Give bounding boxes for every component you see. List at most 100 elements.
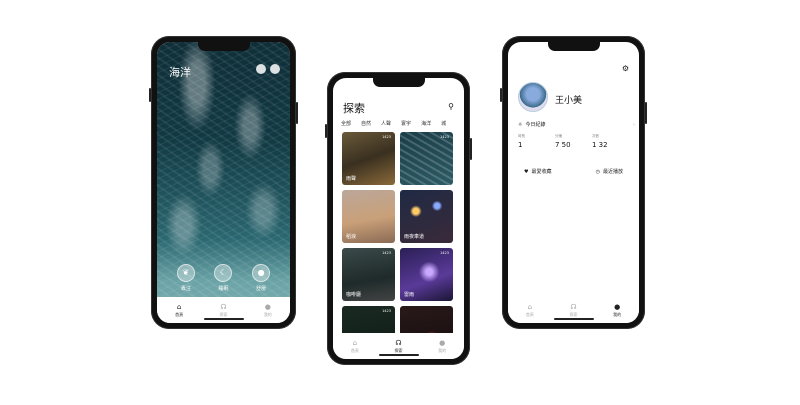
category-all[interactable]: 全部 <box>341 120 351 127</box>
sun-icon: ☼ <box>518 121 523 128</box>
stat-item: 分鐘 7 50 <box>555 134 592 149</box>
tab-home[interactable]: ⌂ 首頁 <box>175 303 183 318</box>
phone-home: 海洋 ❦ 專注 ☾ 睡眠 ● 舒壓 ⌂ 首頁 ☊ 探索 ● 我的 <box>149 36 298 329</box>
tab-label: 我的 <box>263 311 272 317</box>
tile-meta: 1423 <box>440 251 449 255</box>
sound-tile[interactable]: 稻浪 <box>342 190 395 243</box>
headphones-icon: ☊ <box>570 302 577 311</box>
tab-profile[interactable]: ● 我的 <box>264 303 272 318</box>
chevron-right-icon: › <box>633 121 635 128</box>
category-universe[interactable]: 寰宇 <box>401 120 411 127</box>
notch <box>547 42 600 51</box>
avatar[interactable] <box>518 82 548 112</box>
mode-relax[interactable]: ● 舒壓 <box>252 264 271 292</box>
phone-explore: 探索 ⚲ 全部 自然 人聲 寰宇 海洋 城 1423 雨聲 1423 稻浪 雨夜車… <box>325 72 472 365</box>
tab-home[interactable]: ⌂ 首頁 <box>526 303 534 318</box>
leaf-icon: ❦ <box>176 264 195 282</box>
mode-focus[interactable]: ❦ 專注 <box>176 264 195 292</box>
home-screen: 海洋 ❦ 專注 ☾ 睡眠 ● 舒壓 ⌂ 首頁 ☊ 探索 ● 我的 <box>157 42 290 323</box>
moon-icon: ☾ <box>214 264 233 282</box>
stat-value: 1 32 <box>592 141 608 149</box>
headphones-icon: ☊ <box>220 302 227 311</box>
link-label: 最近播放 <box>602 169 623 175</box>
stat-value: 7 50 <box>555 141 571 149</box>
heart-icon: ♥ <box>524 168 529 175</box>
home-icon: ⌂ <box>176 302 182 311</box>
stat-label: 次數 <box>592 134 599 138</box>
home-indicator <box>553 318 594 320</box>
favorites-link[interactable]: ♥ 最愛收藏 <box>524 168 552 176</box>
stat-label: 時長 <box>518 134 525 138</box>
clock-icon: ◷ <box>595 168 600 175</box>
stat-label: 分鐘 <box>555 134 562 138</box>
home-indicator <box>203 318 244 320</box>
stats-row: 時長 1 分鐘 7 50 次數 1 32 <box>518 134 629 149</box>
category-ocean[interactable]: 海洋 <box>421 120 431 127</box>
sound-tile[interactable]: 1423 雨聲 <box>342 132 395 185</box>
tab-label: 我的 <box>438 347 447 353</box>
tile-name: 稻浪 <box>346 234 357 240</box>
drop-icon: ● <box>252 264 271 282</box>
sound-grid: 1423 雨聲 1423 稻浪 雨夜車道 1423 咖啡廳 1423 雷雨 1423 <box>342 132 454 359</box>
tile-name: 雷雨 <box>404 292 415 298</box>
daily-record-label: 今日紀錄 <box>525 122 546 128</box>
tile-name: 咖啡廳 <box>346 292 362 298</box>
notch <box>372 78 425 87</box>
grid-icon[interactable] <box>256 64 266 74</box>
home-icon: ⌂ <box>527 302 533 311</box>
category-city[interactable]: 城 <box>441 120 446 127</box>
sound-tile[interactable]: 1423 雷雨 <box>400 248 453 301</box>
tab-profile[interactable]: ● 我的 <box>438 339 446 354</box>
explore-screen: 探索 ⚲ 全部 自然 人聲 寰宇 海洋 城 1423 雨聲 1423 稻浪 雨夜車… <box>333 78 464 359</box>
tile-meta: 1423 <box>382 309 391 313</box>
tab-label: 探索 <box>569 311 578 317</box>
tab-profile[interactable]: ● 我的 <box>613 303 621 318</box>
sound-tile[interactable]: 雨夜車道 <box>400 190 453 243</box>
home-indicator <box>378 354 419 356</box>
user-icon: ● <box>439 338 446 347</box>
sound-tile[interactable]: 1423 咖啡廳 <box>342 248 395 301</box>
tab-label: 探索 <box>219 311 228 317</box>
mode-list: ❦ 專注 ☾ 睡眠 ● 舒壓 <box>157 264 290 292</box>
category-tabs: 全部 自然 人聲 寰宇 海洋 城 <box>341 120 464 127</box>
tab-explore[interactable]: ☊ 探索 <box>394 339 402 354</box>
tab-label: 我的 <box>613 311 622 317</box>
category-nature[interactable]: 自然 <box>361 120 371 127</box>
sound-tile[interactable]: 1423 <box>400 132 453 185</box>
mode-label: 舒壓 <box>256 286 267 292</box>
phone-profile: ⚙ 王小美 ☼ 今日紀錄 › 時長 1 分鐘 7 50 次數 1 32 ♥ 最愛收… <box>500 36 647 329</box>
user-icon: ● <box>264 302 271 311</box>
notch <box>197 42 250 51</box>
recent-link[interactable]: ◷ 最近播放 <box>595 168 623 176</box>
tab-explore[interactable]: ☊ 探索 <box>569 303 577 318</box>
settings-icon[interactable] <box>270 64 280 74</box>
profile-links: ♥ 最愛收藏 ◷ 最近播放 <box>524 168 623 176</box>
stat-value: 1 <box>518 141 523 149</box>
tile-meta: 1423 <box>382 251 391 255</box>
tab-explore[interactable]: ☊ 探索 <box>219 303 227 318</box>
tab-label: 探索 <box>394 347 403 353</box>
profile-screen: ⚙ 王小美 ☼ 今日紀錄 › 時長 1 分鐘 7 50 次數 1 32 ♥ 最愛收… <box>508 42 639 323</box>
page-title: 海洋 <box>169 66 191 79</box>
search-icon[interactable]: ⚲ <box>448 102 454 111</box>
stat-item: 次數 1 32 <box>592 134 629 149</box>
tile-meta: 1423 <box>440 135 449 139</box>
gear-icon[interactable]: ⚙ <box>622 64 629 73</box>
tab-label: 首頁 <box>525 311 534 317</box>
home-icon: ⌂ <box>352 338 358 347</box>
stat-item: 時長 1 <box>518 134 555 149</box>
user-icon: ● <box>614 302 621 311</box>
username: 王小美 <box>555 96 583 106</box>
daily-record-row[interactable]: ☼ 今日紀錄 › <box>518 121 635 129</box>
mode-label: 睡眠 <box>218 286 229 292</box>
tab-label: 首頁 <box>350 347 359 353</box>
tab-home[interactable]: ⌂ 首頁 <box>351 339 359 354</box>
tab-label: 首頁 <box>175 311 184 317</box>
tile-name: 雨聲 <box>346 176 357 182</box>
mode-sleep[interactable]: ☾ 睡眠 <box>214 264 233 292</box>
mode-label: 專注 <box>180 286 191 292</box>
category-voice[interactable]: 人聲 <box>381 120 391 127</box>
headphones-icon: ☊ <box>395 338 402 347</box>
tile-name: 雨夜車道 <box>404 234 425 240</box>
link-label: 最愛收藏 <box>531 169 552 175</box>
